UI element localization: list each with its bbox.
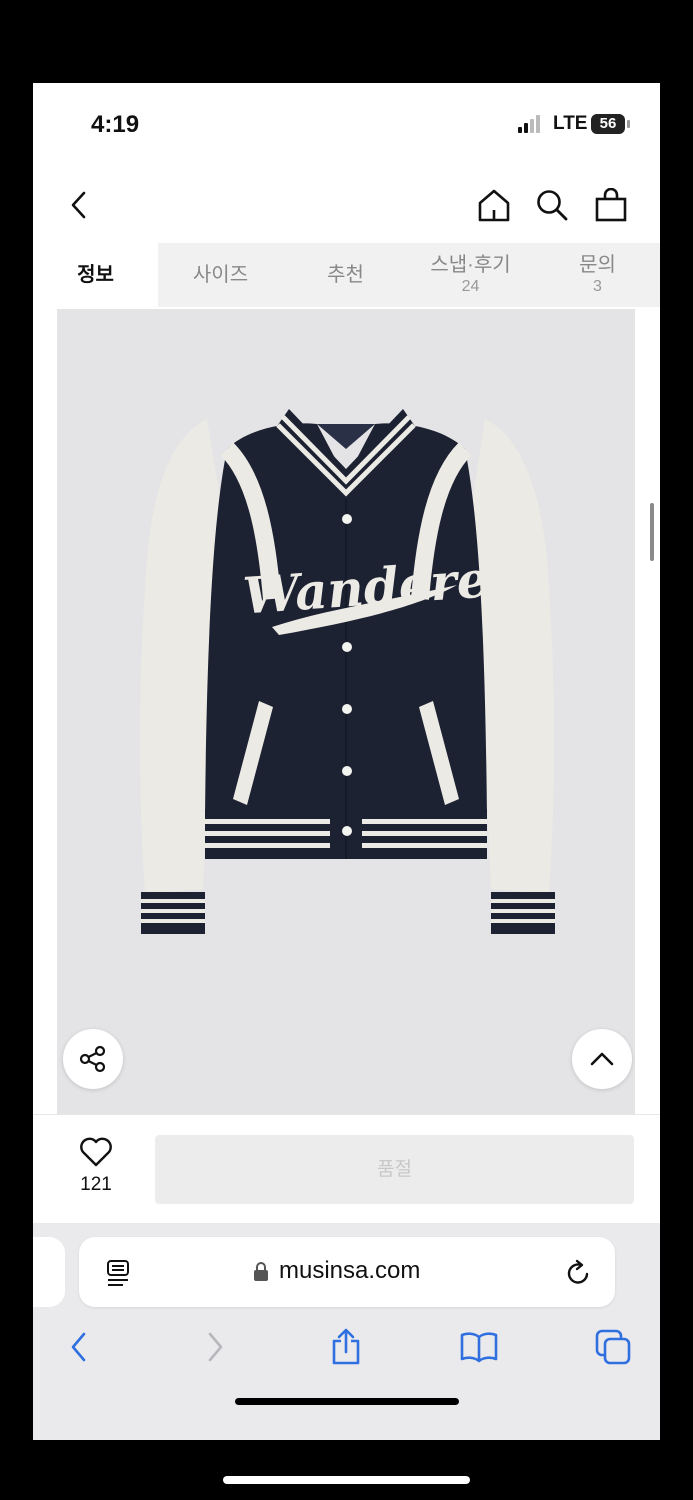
back-chevron-icon[interactable] <box>59 185 99 225</box>
tab-label: 추천 <box>327 264 364 286</box>
url-text: musinsa.com <box>279 1257 421 1284</box>
home-icon[interactable] <box>474 185 514 225</box>
product-image[interactable]: Wanderer <box>57 309 635 1114</box>
share-icon <box>79 1045 106 1073</box>
tab-label: 사이즈 <box>192 264 249 286</box>
search-icon[interactable] <box>532 185 572 225</box>
signal-icon <box>518 115 546 133</box>
outer-home-indicator <box>223 1476 470 1484</box>
reload-icon[interactable] <box>565 1259 593 1287</box>
tab-count: 24 <box>461 278 480 295</box>
top-nav <box>33 171 660 243</box>
browser-toolbar: musinsa.com <box>33 1223 660 1440</box>
status-time: 4:19 <box>91 111 140 138</box>
like-count: 121 <box>80 1174 112 1195</box>
like-button[interactable]: 121 <box>63 1137 129 1196</box>
tab-count: 3 <box>593 278 602 295</box>
battery-nub <box>627 120 630 128</box>
status-bar: 4:19 LTE 56 <box>33 83 660 163</box>
address-bar[interactable]: musinsa.com <box>79 1237 615 1307</box>
share-button[interactable] <box>63 1029 123 1089</box>
purchase-bar: 121 품절 <box>33 1114 660 1223</box>
tab-label: 정보 <box>77 264 114 286</box>
previous-tab-pill[interactable] <box>33 1237 65 1307</box>
soldout-button[interactable]: 품절 <box>155 1135 634 1204</box>
lock-icon <box>254 1262 268 1281</box>
scrollbar-thumb[interactable] <box>650 503 654 561</box>
heart-icon <box>80 1137 112 1167</box>
network-label: LTE <box>553 113 588 134</box>
phone-screen: 4:19 LTE 56 정보 사이즈 추천 스냅·후기 24 문의 3 Wand… <box>33 83 660 1440</box>
tabs-icon[interactable] <box>593 1327 633 1367</box>
tab-label: 문의 <box>579 254 616 276</box>
browser-back-icon[interactable] <box>59 1327 99 1367</box>
share-sheet-icon[interactable] <box>326 1327 366 1367</box>
browser-forward-icon[interactable] <box>195 1327 235 1367</box>
tab-inquiry[interactable]: 문의 3 <box>535 243 660 307</box>
tab-info[interactable]: 정보 <box>33 243 158 307</box>
home-indicator[interactable] <box>235 1398 459 1405</box>
tab-recommend[interactable]: 추천 <box>283 243 408 307</box>
section-tabs: 정보 사이즈 추천 스냅·후기 24 문의 3 <box>33 243 660 307</box>
scroll-top-button[interactable] <box>572 1029 632 1089</box>
jacket-illustration <box>139 409 555 934</box>
tab-size[interactable]: 사이즈 <box>158 243 283 307</box>
tab-snap-review[interactable]: 스냅·후기 24 <box>408 243 533 307</box>
battery-icon: 56 <box>591 114 625 134</box>
chevron-up-icon <box>590 1052 614 1066</box>
reader-icon[interactable] <box>105 1259 131 1287</box>
shopping-bag-icon[interactable] <box>591 185 631 225</box>
bookmarks-icon[interactable] <box>459 1327 499 1367</box>
tab-label: 스냅·후기 <box>430 254 511 276</box>
